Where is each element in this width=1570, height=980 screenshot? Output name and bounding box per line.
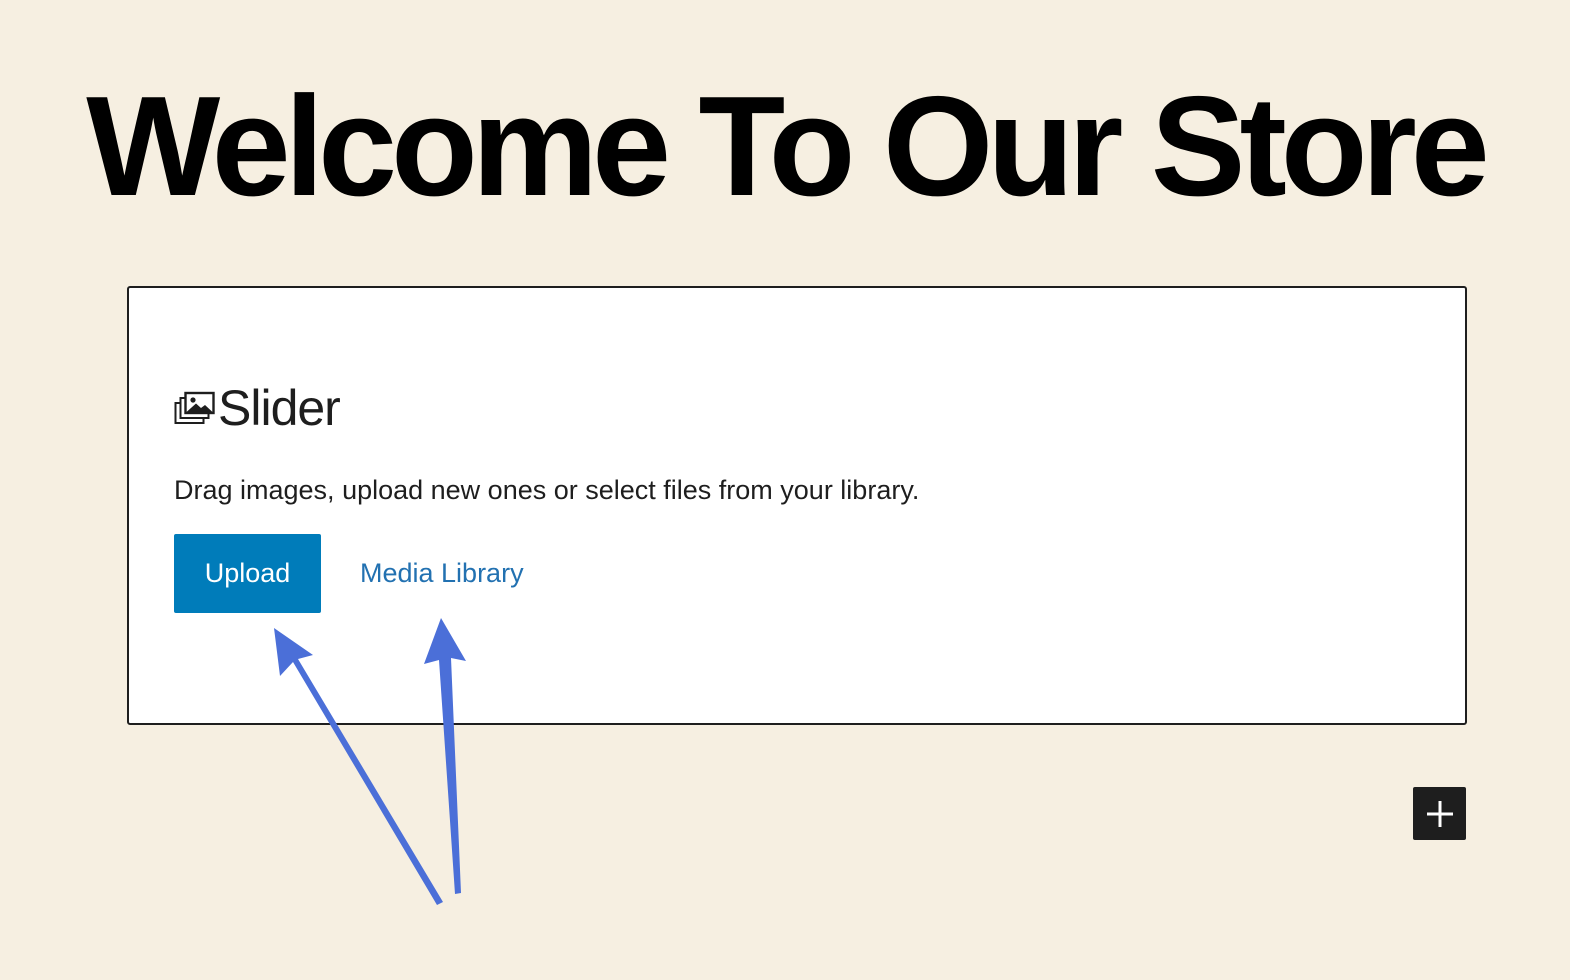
add-block-button[interactable] bbox=[1413, 787, 1466, 840]
plus-icon bbox=[1426, 800, 1453, 827]
media-library-button[interactable]: Media Library bbox=[360, 534, 524, 613]
block-header: Slider bbox=[174, 380, 341, 436]
block-instructions: Drag images, upload new ones or select f… bbox=[174, 475, 920, 505]
page-title[interactable]: Welcome To Our Store bbox=[0, 62, 1570, 232]
slider-block-placeholder[interactable]: Slider Drag images, upload new ones or s… bbox=[127, 286, 1467, 725]
block-title: Slider bbox=[218, 380, 341, 436]
slider-gallery-icon bbox=[174, 391, 215, 424]
upload-button[interactable]: Upload bbox=[174, 534, 321, 613]
